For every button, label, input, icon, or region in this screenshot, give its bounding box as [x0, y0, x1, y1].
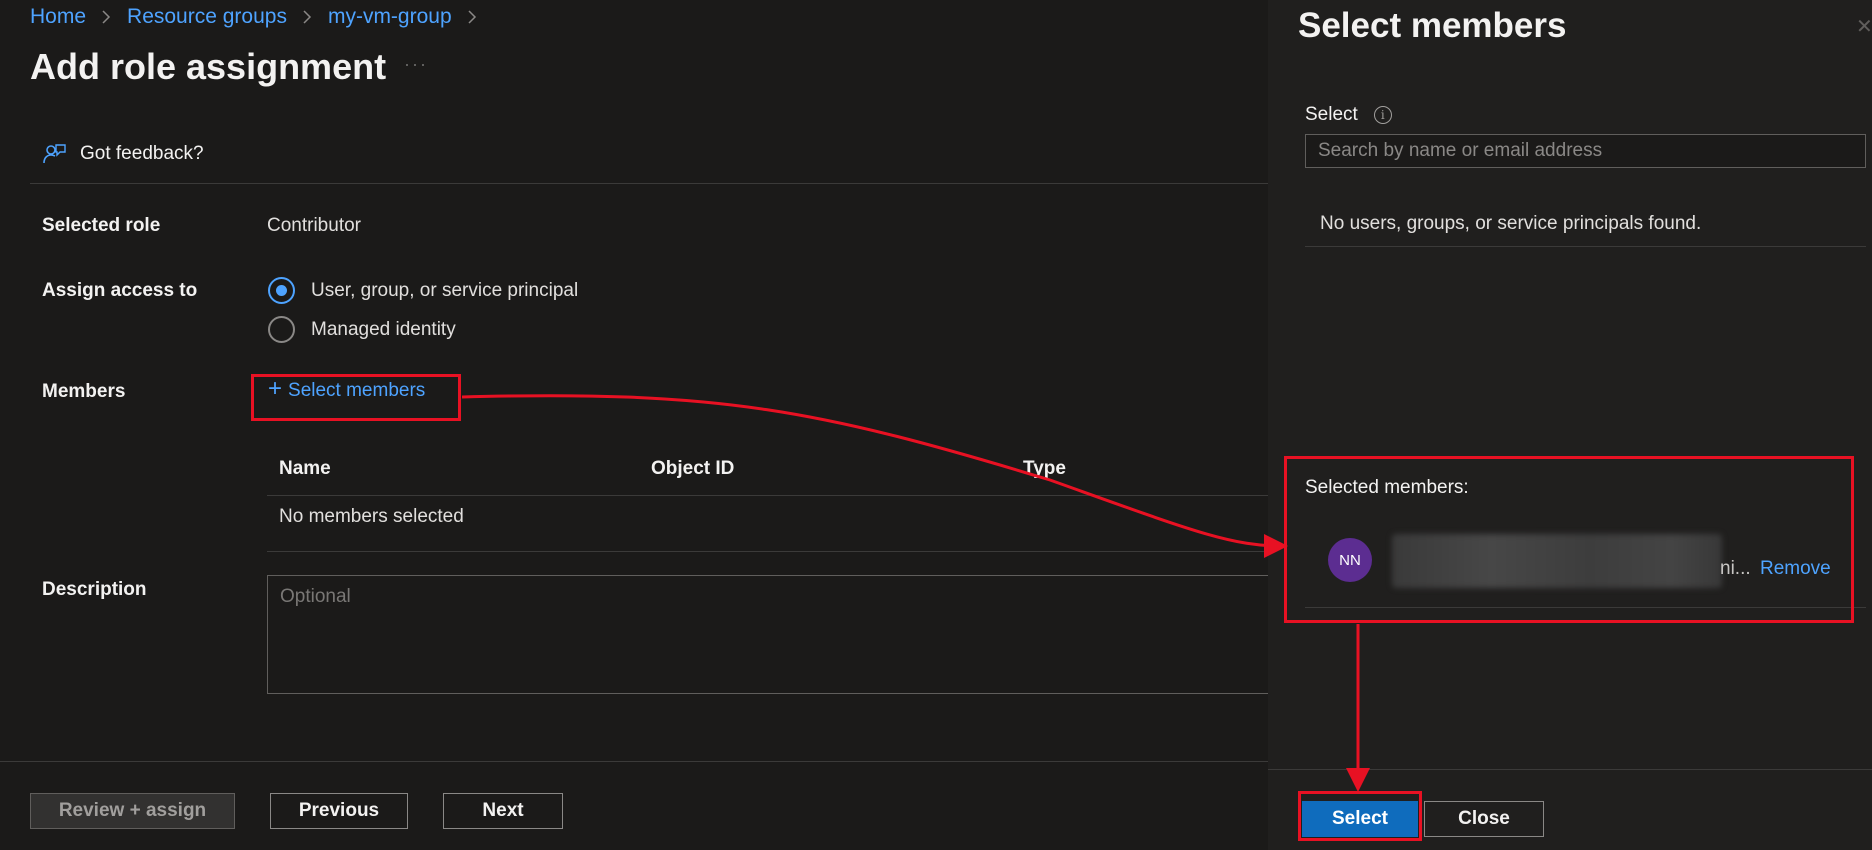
arrow-to-selected-members: [461, 394, 1288, 558]
annotation-arrows: [461, 394, 1370, 792]
